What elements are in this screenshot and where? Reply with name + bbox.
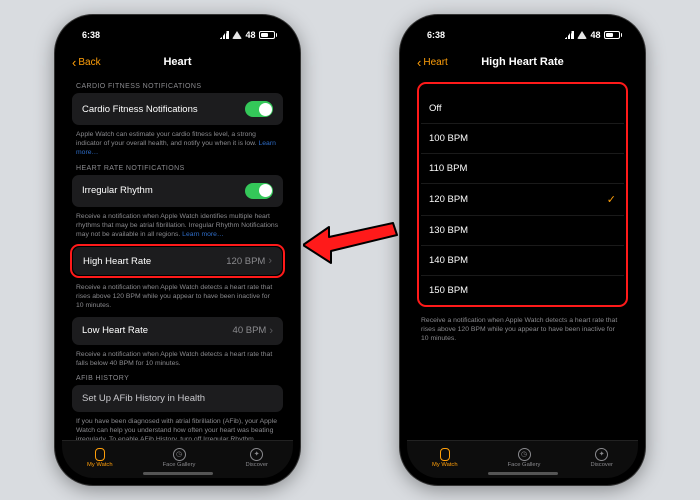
battery-icon [604, 31, 623, 39]
back-label: Heart [423, 57, 447, 68]
toggle-irregular[interactable] [245, 183, 273, 199]
tab-my-watch[interactable]: My Watch [432, 448, 458, 468]
battery-percent: 48 [245, 30, 255, 40]
home-indicator[interactable] [488, 472, 558, 475]
row-afib-setup[interactable]: Set Up AFib History in Health [72, 385, 283, 412]
row-value: 120 BPM › [226, 255, 272, 267]
row-low-heart-rate[interactable]: Low Heart Rate 40 BPM › [72, 317, 283, 345]
option-label: Off [429, 103, 442, 114]
options-list: Off 100 BPM 110 BPM 120 BPM ✓ 130 BPM 140 BPM 1… [421, 94, 624, 305]
options-scroll[interactable]: Off 100 BPM 110 BPM 120 BPM ✓ 130 BPM 140 BPM 1… [407, 76, 638, 440]
learn-more-link[interactable]: Learn more… [182, 231, 224, 238]
home-indicator[interactable] [143, 472, 213, 475]
back-label: Back [78, 57, 100, 68]
row-label: Low Heart Rate [82, 325, 148, 336]
nav-bar: ‹ Heart High Heart Rate [407, 48, 638, 76]
status-time: 6:38 [427, 30, 445, 40]
highlight-options: Off 100 BPM 110 BPM 120 BPM ✓ 130 BPM 140 BPM 1… [417, 82, 628, 307]
tab-discover[interactable]: ✦ Discover [590, 448, 613, 468]
option-label: 120 BPM [429, 194, 468, 205]
page-title: Heart [163, 56, 191, 68]
notch [130, 22, 226, 40]
option-row[interactable]: 140 BPM [421, 246, 624, 276]
section-header-hrn: HEART RATE NOTIFICATIONS [76, 165, 279, 172]
option-label: 140 BPM [429, 255, 468, 266]
row-cardio-fitness[interactable]: Cardio Fitness Notifications [72, 93, 283, 125]
option-row[interactable]: 150 BPM [421, 276, 624, 305]
wifi-icon [232, 31, 242, 39]
option-row[interactable]: 100 BPM [421, 124, 624, 154]
option-label: 100 BPM [429, 133, 468, 144]
option-row[interactable]: 130 BPM [421, 216, 624, 246]
nav-bar: ‹ Back Heart [62, 48, 293, 76]
back-button[interactable]: ‹ Heart [417, 56, 448, 69]
wifi-icon [577, 31, 587, 39]
row-label: Cardio Fitness Notifications [82, 104, 198, 115]
row-irregular-rhythm[interactable]: Irregular Rhythm [72, 175, 283, 207]
option-label: 110 BPM [429, 163, 467, 174]
tab-face-gallery[interactable]: ◷ Face Gallery [163, 448, 196, 468]
row-value: 40 BPM › [233, 325, 273, 337]
option-label: 150 BPM [429, 285, 468, 296]
toggle-cardio[interactable] [245, 101, 273, 117]
tab-my-watch[interactable]: My Watch [87, 448, 113, 468]
compass-icon: ✦ [595, 448, 608, 461]
battery-percent: 48 [590, 30, 600, 40]
chevron-right-icon: › [268, 255, 272, 267]
chevron-right-icon: › [269, 325, 273, 337]
highlight-high-heart-rate: High Heart Rate 120 BPM › [70, 244, 285, 278]
settings-scroll[interactable]: CARDIO FITNESS NOTIFICATIONS Cardio Fitn… [62, 76, 293, 440]
section-header-afib: AFIB HISTORY [76, 375, 279, 382]
screen-heart-settings: 6:38 48 ‹ Back Heart CARDIO FITNESS NOTI… [62, 22, 293, 478]
compass-icon: ✦ [250, 448, 263, 461]
gallery-icon: ◷ [518, 448, 531, 461]
row-label: Set Up AFib History in Health [82, 393, 205, 404]
desc-high: Receive a notification when Apple Watch … [72, 280, 283, 311]
status-indicators: 48 [562, 30, 622, 40]
battery-icon [259, 31, 278, 39]
desc-selection: Receive a notification when Apple Watch … [417, 313, 628, 344]
option-row[interactable]: 120 BPM ✓ [421, 184, 624, 216]
back-button[interactable]: ‹ Back [72, 56, 101, 69]
option-row[interactable]: 110 BPM [421, 154, 624, 184]
desc-irregular: Receive a notification when Apple Watch … [72, 209, 283, 240]
watch-icon [95, 448, 105, 461]
row-high-heart-rate[interactable]: High Heart Rate 120 BPM › [73, 247, 282, 275]
desc-afib: If you have been diagnosed with atrial f… [72, 414, 283, 440]
status-indicators: 48 [217, 30, 277, 40]
notch [475, 22, 571, 40]
screen-high-heart-rate: 6:38 48 ‹ Heart High Heart Rate Off 100 B… [407, 22, 638, 478]
checkmark-icon: ✓ [607, 193, 616, 206]
desc-low: Receive a notification when Apple Watch … [72, 347, 283, 368]
tab-discover[interactable]: ✦ Discover [245, 448, 268, 468]
chevron-left-icon: ‹ [417, 56, 421, 69]
watch-icon [440, 448, 450, 461]
section-header-cardio: CARDIO FITNESS NOTIFICATIONS [76, 83, 279, 90]
tab-face-gallery[interactable]: ◷ Face Gallery [508, 448, 541, 468]
annotation-arrow [303, 205, 398, 275]
page-title: High Heart Rate [481, 56, 564, 68]
status-time: 6:38 [82, 30, 100, 40]
row-label: Irregular Rhythm [82, 185, 153, 196]
phone-right: 6:38 48 ‹ Heart High Heart Rate Off 100 B… [400, 15, 645, 485]
option-label: 130 BPM [429, 225, 468, 236]
gallery-icon: ◷ [173, 448, 186, 461]
desc-cardio: Apple Watch can estimate your cardio fit… [72, 127, 283, 158]
option-row[interactable]: Off [421, 94, 624, 124]
row-label: High Heart Rate [83, 256, 151, 267]
chevron-left-icon: ‹ [72, 56, 76, 69]
phone-left: 6:38 48 ‹ Back Heart CARDIO FITNESS NOTI… [55, 15, 300, 485]
